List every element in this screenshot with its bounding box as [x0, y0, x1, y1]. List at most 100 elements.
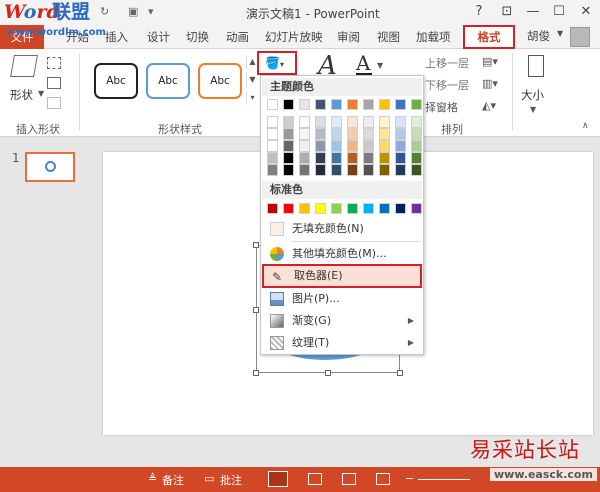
maximize-button[interactable]: ☐	[547, 2, 571, 22]
tab-format[interactable]: 格式	[463, 25, 515, 49]
redo-icon[interactable]: ↻	[100, 5, 109, 18]
theme-color-swatch[interactable]	[267, 164, 278, 176]
theme-color-swatch[interactable]	[411, 152, 422, 164]
slide-sorter-icon[interactable]	[308, 473, 322, 485]
theme-color-swatch[interactable]	[411, 116, 422, 128]
tab-slideshow[interactable]: 幻灯片放映	[265, 28, 323, 46]
gallery-more-icon[interactable]: ▾	[246, 91, 258, 105]
theme-color-swatch[interactable]	[347, 116, 358, 128]
gallery-scroll-down-icon[interactable]: ▼	[246, 73, 258, 87]
resize-handle[interactable]	[397, 370, 403, 376]
texture-fill-item[interactable]: 纹理(T) ▶	[262, 332, 422, 354]
theme-color-swatch[interactable]	[283, 152, 294, 164]
theme-color-swatch[interactable]	[395, 140, 406, 152]
bring-forward-button[interactable]: 上移一层	[425, 55, 469, 71]
theme-color-swatch[interactable]	[315, 116, 326, 128]
tab-design[interactable]: 设计	[147, 28, 170, 46]
theme-color-swatch[interactable]	[411, 164, 422, 176]
theme-color-swatch[interactable]	[347, 152, 358, 164]
theme-color-swatch[interactable]	[267, 140, 278, 152]
theme-color-swatch[interactable]	[379, 116, 390, 128]
theme-color-swatch[interactable]	[363, 99, 374, 110]
size-icon[interactable]	[528, 55, 544, 77]
theme-color-swatch[interactable]	[331, 152, 342, 164]
theme-color-swatch[interactable]	[379, 140, 390, 152]
theme-color-swatch[interactable]	[283, 128, 294, 140]
group-icon[interactable]: ▥▾	[482, 77, 498, 90]
theme-color-swatch[interactable]	[299, 152, 310, 164]
tab-addins[interactable]: 加载项	[416, 28, 451, 46]
resize-handle[interactable]	[253, 242, 259, 248]
theme-color-swatch[interactable]	[395, 116, 406, 128]
theme-color-swatch[interactable]	[363, 164, 374, 176]
align-icon[interactable]: ▤▾	[482, 55, 498, 68]
help-button[interactable]: ?	[467, 2, 491, 22]
theme-color-swatch[interactable]	[299, 164, 310, 176]
shapes-button[interactable]: 形状	[10, 87, 33, 103]
theme-color-swatch[interactable]	[331, 128, 342, 140]
merge-shapes-icon[interactable]	[47, 97, 61, 109]
tab-transitions[interactable]: 切换	[186, 28, 209, 46]
theme-color-swatch[interactable]	[283, 164, 294, 176]
theme-color-swatch[interactable]	[315, 164, 326, 176]
standard-color-swatch[interactable]	[299, 203, 310, 214]
theme-color-swatch[interactable]	[347, 164, 358, 176]
notes-icon[interactable]: ≜	[148, 472, 157, 485]
text-fill-icon[interactable]: A	[356, 51, 370, 75]
theme-color-swatch[interactable]	[347, 128, 358, 140]
resize-handle[interactable]	[253, 307, 259, 313]
tab-insert[interactable]: 插入	[105, 28, 128, 46]
standard-color-swatch[interactable]	[347, 203, 358, 214]
standard-color-swatch[interactable]	[379, 203, 390, 214]
theme-color-swatch[interactable]	[283, 140, 294, 152]
theme-color-swatch[interactable]	[395, 128, 406, 140]
theme-color-swatch[interactable]	[363, 152, 374, 164]
standard-color-swatch[interactable]	[331, 203, 342, 214]
close-button[interactable]: ✕	[574, 2, 598, 22]
shapes-dropdown-icon[interactable]: ▼	[38, 89, 44, 98]
reading-view-icon[interactable]	[342, 473, 356, 485]
collapse-ribbon-icon[interactable]: ∧	[582, 121, 589, 131]
theme-color-swatch[interactable]	[299, 140, 310, 152]
tab-review[interactable]: 审阅	[337, 28, 360, 46]
edit-shape-icon[interactable]	[47, 57, 61, 69]
normal-view-icon[interactable]	[268, 471, 288, 487]
shape-fill-button[interactable]: 🪣▾	[257, 51, 297, 75]
theme-color-swatch[interactable]	[395, 99, 406, 110]
ribbon-display-options-button[interactable]: ⊡	[495, 2, 519, 22]
resize-handle[interactable]	[325, 370, 331, 376]
theme-color-swatch[interactable]	[283, 99, 294, 110]
tab-view[interactable]: 视图	[377, 28, 400, 46]
theme-color-swatch[interactable]	[299, 116, 310, 128]
tab-animations[interactable]: 动画	[226, 28, 249, 46]
theme-color-swatch[interactable]	[315, 152, 326, 164]
size-button[interactable]: 大小	[521, 87, 544, 103]
user-name[interactable]: 胡俊	[527, 28, 550, 44]
picture-fill-item[interactable]: 图片(P)...	[262, 288, 422, 310]
theme-color-swatch[interactable]	[363, 128, 374, 140]
customize-qat-icon[interactable]: ▾	[148, 5, 154, 18]
standard-color-swatch[interactable]	[315, 203, 326, 214]
comments-button[interactable]: 批注	[220, 472, 242, 488]
text-fill-dropdown-icon[interactable]: ▼	[377, 61, 383, 70]
avatar[interactable]	[570, 27, 590, 47]
textbox-icon[interactable]	[47, 77, 61, 89]
theme-color-swatch[interactable]	[347, 99, 358, 110]
rotate-icon[interactable]: ◭▾	[482, 99, 496, 112]
gradient-fill-item[interactable]: 渐变(G) ▶	[262, 310, 422, 332]
theme-color-swatch[interactable]	[411, 99, 422, 110]
theme-color-swatch[interactable]	[331, 99, 342, 110]
slide-thumbnail[interactable]	[25, 152, 75, 182]
start-from-beginning-icon[interactable]: ▣	[128, 5, 138, 18]
theme-color-swatch[interactable]	[331, 164, 342, 176]
theme-color-swatch[interactable]	[331, 140, 342, 152]
size-dropdown-icon[interactable]: ▼	[530, 105, 536, 114]
notes-button[interactable]: 备注	[162, 472, 184, 488]
send-backward-button[interactable]: 下移一层	[425, 77, 469, 93]
zoom-slider[interactable]	[418, 479, 470, 480]
slideshow-view-icon[interactable]	[376, 473, 390, 485]
theme-color-swatch[interactable]	[283, 116, 294, 128]
theme-color-swatch[interactable]	[315, 140, 326, 152]
theme-color-swatch[interactable]	[267, 152, 278, 164]
eyedropper-item[interactable]: ✎ 取色器(E)	[262, 264, 422, 288]
